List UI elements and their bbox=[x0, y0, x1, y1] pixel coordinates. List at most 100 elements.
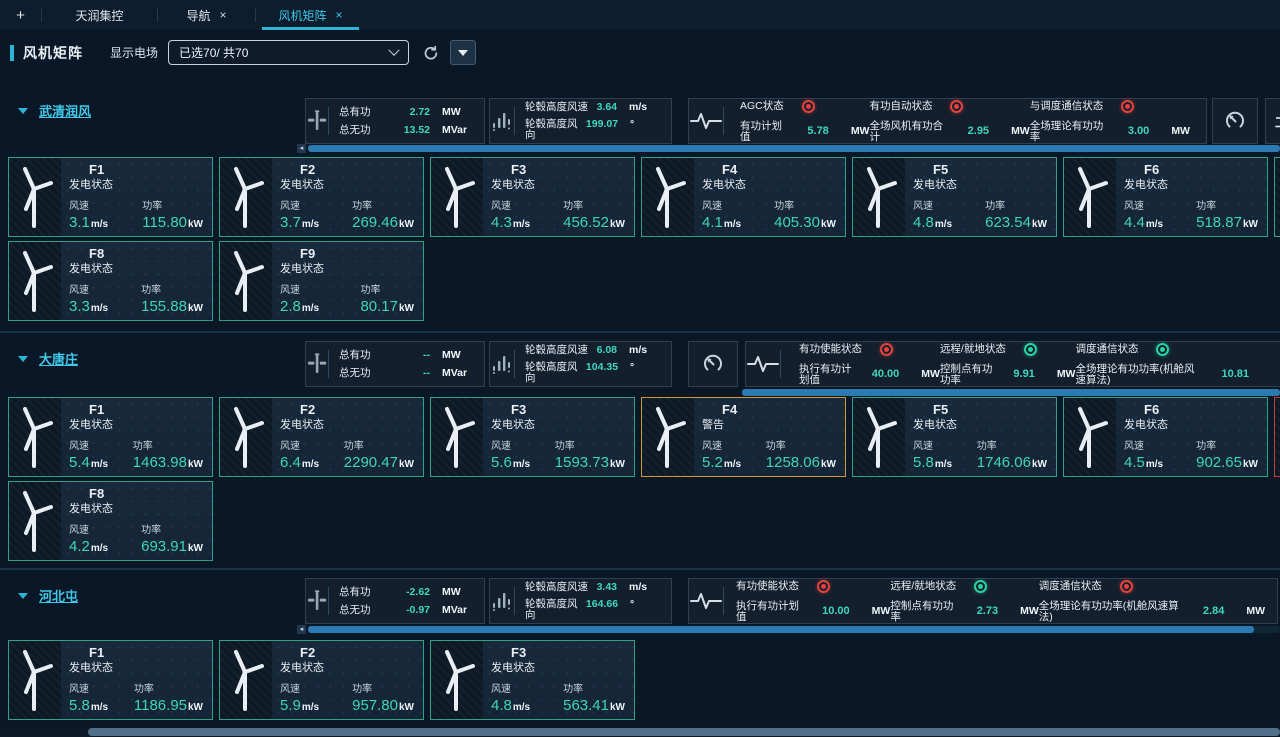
farm-name-link[interactable]: 武清润风 bbox=[39, 101, 91, 120]
turbine-card[interactable]: F5发电状态风速5.8m/s功率1746.06kW bbox=[852, 397, 1057, 477]
turbine-icon-panel bbox=[431, 398, 483, 476]
scrollbar-track[interactable] bbox=[308, 145, 1280, 152]
status-group: 有功使能状态执行有功计划值40.00MW bbox=[799, 343, 940, 385]
gauge-summary-box[interactable] bbox=[688, 341, 738, 387]
metric-label: 功率 bbox=[977, 442, 1047, 452]
section-horizontal-scrollbar[interactable]: ◂ bbox=[297, 144, 1280, 153]
partial-box-label: 工 bbox=[1275, 112, 1280, 131]
turbine-card[interactable]: F1发电状态风速3.1m/s功率115.80kW bbox=[8, 157, 213, 237]
status-group: AGC状态有功计划值5.78MW bbox=[740, 100, 869, 142]
status-row: 有功自动状态 bbox=[869, 100, 1029, 113]
turbine-icon-panel bbox=[9, 641, 61, 719]
power-metric: 功率2290.47kW bbox=[344, 442, 414, 470]
turbine-metrics: 风速4.8m/s功率623.54kW bbox=[913, 202, 1047, 230]
summary-label: 轮毂高度风速 bbox=[525, 102, 588, 113]
metric-value: 4.4 bbox=[1124, 215, 1145, 230]
scrollbar-left-arrow[interactable]: ◂ bbox=[297, 144, 306, 153]
turbine-icon-panel bbox=[220, 398, 272, 476]
turbine-card[interactable]: F1发电状态风速5.8m/s功率1186.95kW bbox=[8, 640, 213, 720]
farm-name-link[interactable]: 大唐庄 bbox=[39, 349, 78, 368]
status-row: 调度通信状态 bbox=[1039, 580, 1265, 593]
collapse-arrow-icon[interactable] bbox=[18, 356, 28, 362]
gauge-icon bbox=[701, 352, 725, 376]
tab-navigation[interactable]: 导航 × bbox=[158, 0, 255, 30]
turbine-card[interactable]: F1发电状态风速5.4m/s功率1463.98kW bbox=[8, 397, 213, 477]
status-label: 调度通信状态 bbox=[1039, 581, 1102, 592]
status-label: 与调度通信状态 bbox=[1030, 101, 1104, 112]
status-label: 有功使能状态 bbox=[736, 581, 799, 592]
summary-unit: m/s bbox=[629, 582, 661, 593]
turbine-icon-panel bbox=[220, 242, 272, 320]
gauge-summary-box[interactable] bbox=[1212, 98, 1258, 144]
turbine-metrics: 风速4.1m/s功率405.30kW bbox=[702, 202, 836, 230]
collapse-arrow-icon[interactable] bbox=[18, 593, 28, 599]
metric-unit: m/s bbox=[302, 220, 319, 230]
status-value: 9.91 bbox=[1013, 369, 1034, 380]
turbine-summary-icon bbox=[306, 590, 328, 612]
scrollbar-left-arrow[interactable]: ◂ bbox=[297, 625, 306, 634]
summary-unit: MVar bbox=[442, 368, 474, 379]
turbine-card[interactable]: F5发电状态风速4.8m/s功率623.54kW bbox=[852, 157, 1057, 237]
metric-unit: m/s bbox=[1146, 460, 1163, 470]
metric-value: 405.30 bbox=[774, 215, 820, 230]
summary-value: -0.97 bbox=[406, 605, 430, 616]
tab-tianrun-jikong[interactable]: 天润集控 bbox=[42, 0, 157, 30]
turbine-status: 发电状态 bbox=[913, 418, 1047, 432]
tab-close-icon[interactable]: × bbox=[220, 8, 227, 22]
collapse-arrow-icon[interactable] bbox=[18, 108, 28, 114]
summary-label: 总有功 bbox=[339, 107, 371, 118]
turbine-card[interactable]: F6发电状态风速4.4m/s功率518.87kW bbox=[1063, 157, 1268, 237]
status-unit: MW bbox=[1246, 606, 1265, 617]
tab-wind-matrix[interactable]: 风机矩阵 × bbox=[256, 0, 365, 30]
turbine-card[interactable]: F2发电状态风速5.9m/s功率957.80kW bbox=[219, 640, 424, 720]
turbine-card[interactable]: 风速功率 bbox=[1274, 397, 1280, 477]
farm-power-summary-box: 总有功2.72MW总无功13.52MVar bbox=[305, 98, 485, 144]
scrollbar-thumb[interactable] bbox=[308, 145, 1280, 152]
power-metric: 功率902.65kW bbox=[1196, 442, 1258, 470]
turbine-icon-panel bbox=[642, 158, 694, 236]
metric-value-row: 1593.73kW bbox=[555, 455, 625, 470]
wind-bars-icon bbox=[490, 590, 514, 612]
turbine-card[interactable]: F8发电状态风速3.3m/s功率155.88kW bbox=[8, 241, 213, 321]
scrollbar-thumb[interactable] bbox=[742, 389, 1280, 396]
refresh-button[interactable] bbox=[423, 45, 439, 61]
status-value: 2.84 bbox=[1203, 606, 1224, 617]
turbine-card[interactable]: F2发电状态风速6.4m/s功率2290.47kW bbox=[219, 397, 424, 477]
tab-close-icon[interactable]: × bbox=[336, 8, 343, 22]
turbine-card[interactable]: F8发电状态风速4.2m/s功率693.91kW bbox=[8, 481, 213, 561]
expand-options-button[interactable] bbox=[450, 40, 476, 65]
tab-label: 导航 bbox=[186, 7, 210, 24]
status-row: AGC状态 bbox=[740, 100, 869, 113]
farm-filter-select[interactable]: 已选70/ 共70 bbox=[168, 40, 409, 65]
status-indicator-red-icon bbox=[1120, 580, 1133, 593]
turbine-card-body: F5发电状态风速4.8m/s功率623.54kW bbox=[905, 158, 1056, 236]
turbine-card[interactable]: F2发电状态风速3.7m/s功率269.46kW bbox=[219, 157, 424, 237]
turbine-card[interactable]: F3发电状态风速4.3m/s功率456.52kW bbox=[430, 157, 635, 237]
turbine-card[interactable]: F6发电状态风速4.5m/s功率902.65kW bbox=[1063, 397, 1268, 477]
turbine-id: F5 bbox=[933, 402, 1047, 418]
section-horizontal-scrollbar[interactable]: ◂ bbox=[297, 625, 1280, 634]
summary-unit: MVar bbox=[442, 605, 474, 616]
scrollbar-thumb[interactable] bbox=[308, 626, 1254, 633]
turbine-id: F2 bbox=[300, 645, 414, 661]
turbine-card[interactable]: F9发电状态风速2.8m/s功率80.17kW bbox=[219, 241, 424, 321]
section-horizontal-scrollbar[interactable] bbox=[742, 388, 1280, 397]
turbine-card[interactable]: F4发电状态风速4.1m/s功率405.30kW bbox=[641, 157, 846, 237]
farm-name-link[interactable]: 河北屯 bbox=[39, 586, 78, 605]
page-horizontal-scrollbar[interactable] bbox=[0, 727, 1280, 737]
wind-turbine-icon bbox=[439, 649, 475, 711]
turbine-card[interactable]: F4警告风速5.2m/s功率1258.06kW bbox=[641, 397, 846, 477]
wind-turbine-icon bbox=[17, 166, 53, 228]
turbine-icon-panel bbox=[1275, 398, 1280, 476]
turbine-card-body: F5发电状态风速5.8m/s功率1746.06kW bbox=[905, 398, 1056, 476]
scrollbar-track[interactable] bbox=[742, 389, 1280, 396]
scrollbar-thumb[interactable] bbox=[88, 728, 1280, 736]
status-value: 2.95 bbox=[968, 126, 989, 137]
scrollbar-track[interactable] bbox=[308, 626, 1280, 633]
turbine-card[interactable]: F3发电状态风速4.8m/s功率563.41kW bbox=[430, 640, 635, 720]
turbine-card[interactable]: 风速功率 bbox=[1274, 157, 1280, 237]
turbine-id: F3 bbox=[511, 402, 625, 418]
turbine-card-body: F4警告风速5.2m/s功率1258.06kW bbox=[694, 398, 845, 476]
new-tab-button[interactable]: + bbox=[0, 0, 41, 30]
turbine-card[interactable]: F3发电状态风速5.6m/s功率1593.73kW bbox=[430, 397, 635, 477]
